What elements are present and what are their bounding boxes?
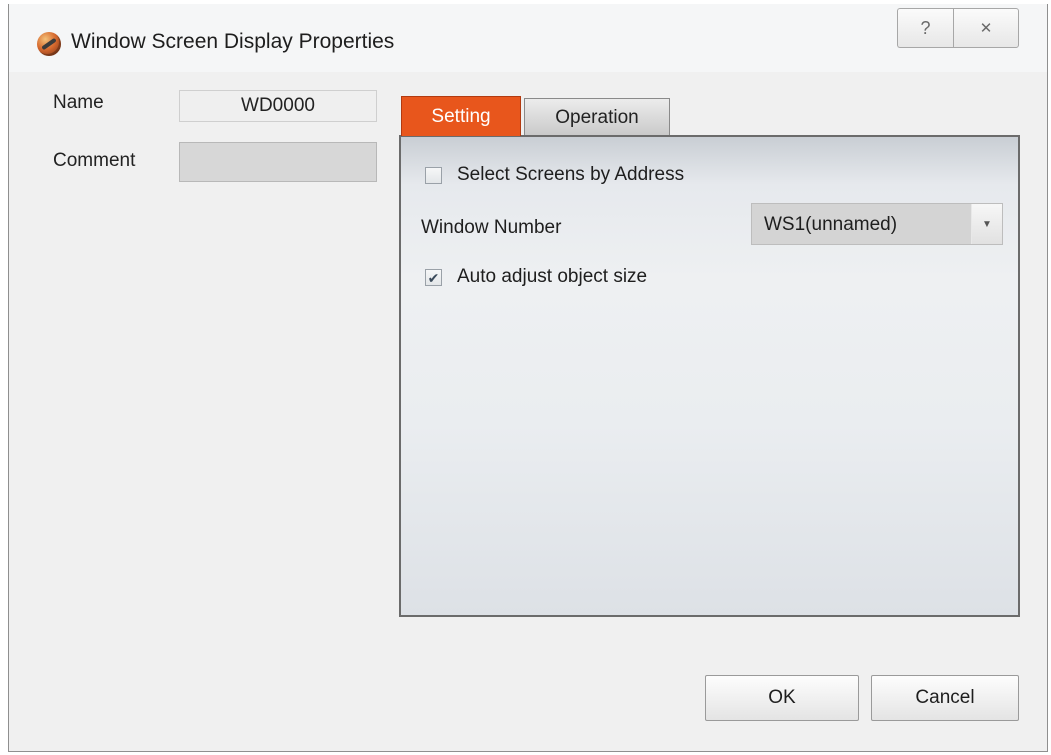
auto-adjust-checkbox[interactable]: ✔	[425, 269, 442, 286]
name-field: WD0000	[179, 90, 377, 122]
chevron-down-icon[interactable]: ▼	[971, 204, 1002, 244]
help-button[interactable]: ?	[897, 8, 953, 48]
close-button[interactable]: ✕	[953, 8, 1019, 48]
select-by-address-label: Select Screens by Address	[457, 164, 685, 185]
window-number-label: Window Number	[421, 217, 562, 238]
help-icon: ?	[920, 17, 931, 38]
tab-operation[interactable]: Operation	[524, 98, 670, 136]
comment-label: Comment	[53, 150, 136, 171]
comment-field[interactable]	[179, 142, 377, 182]
name-label: Name	[53, 92, 104, 113]
title-bar: Window Screen Display Properties ? ✕	[9, 4, 1047, 72]
cancel-button[interactable]: Cancel	[871, 675, 1019, 721]
app-icon	[37, 32, 61, 56]
setting-panel: Select Screens by Address Window Number …	[399, 135, 1020, 617]
dialog-window: Window Screen Display Properties ? ✕ Nam…	[8, 4, 1048, 752]
checkmark-icon: ✔	[427, 269, 440, 286]
select-by-address-checkbox[interactable]	[425, 167, 442, 184]
window-title: Window Screen Display Properties	[71, 30, 395, 53]
ok-button[interactable]: OK	[705, 675, 859, 721]
close-icon: ✕	[979, 20, 993, 37]
window-number-select[interactable]: WS1(unnamed) ▼	[751, 203, 1003, 245]
tab-setting[interactable]: Setting	[401, 96, 521, 136]
window-number-value: WS1(unnamed)	[764, 214, 898, 235]
auto-adjust-label: Auto adjust object size	[457, 266, 648, 287]
